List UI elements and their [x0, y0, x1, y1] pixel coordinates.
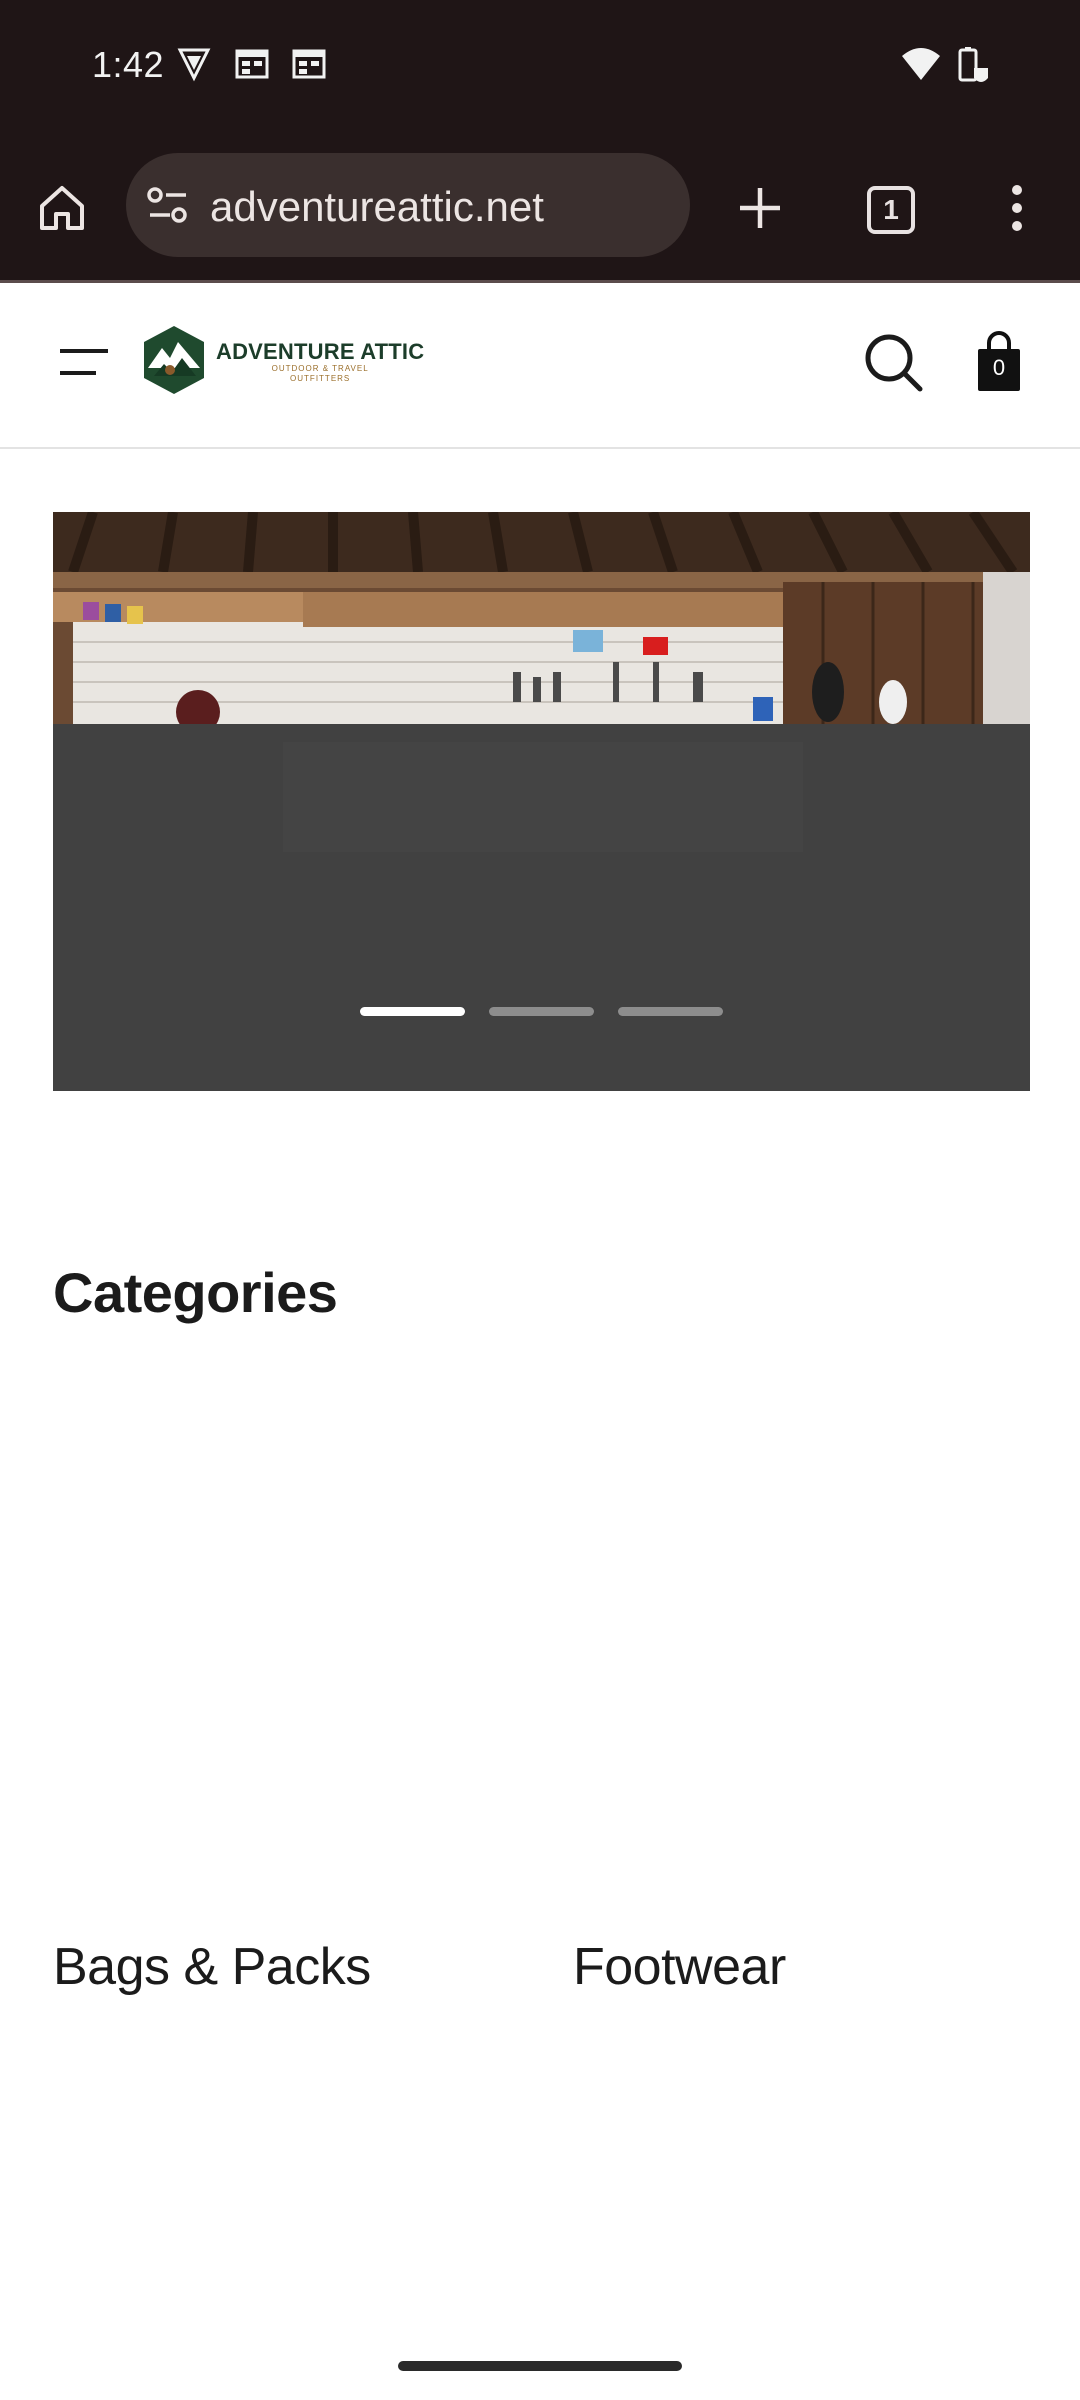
vpn-shield-icon	[176, 46, 212, 87]
slider-pagination	[360, 1007, 723, 1016]
wifi-icon	[900, 46, 942, 87]
cart-button[interactable]: 0	[976, 331, 1022, 395]
hero-store-photo	[53, 512, 1030, 724]
calendar-icon	[291, 46, 327, 87]
gesture-home-indicator[interactable]	[398, 2361, 682, 2371]
mountain-logo-icon	[140, 324, 208, 401]
logo-subtitle: OUTDOOR & TRAVEL	[271, 364, 369, 373]
status-bar: 1:42	[0, 0, 1080, 140]
category-bags-packs[interactable]: Bags & Packs	[53, 1937, 371, 1997]
site-header: ADVENTURE ATTIC OUTDOOR & TRAVEL OUTFITT…	[0, 283, 1080, 449]
shopping-bag-icon	[976, 331, 1022, 399]
slider-dot-1[interactable]	[360, 1007, 465, 1016]
browser-toolbar: adventureattic.net 1	[0, 140, 1080, 283]
search-icon[interactable]	[864, 333, 924, 398]
categories-heading: Categories	[53, 1261, 338, 1324]
category-footwear[interactable]: Footwear	[573, 1937, 786, 1997]
home-icon	[36, 182, 88, 239]
overflow-menu-button[interactable]	[977, 170, 1057, 250]
slider-dot-2[interactable]	[489, 1007, 594, 1016]
url-text[interactable]: adventureattic.net	[210, 183, 544, 231]
site-logo[interactable]: ADVENTURE ATTIC OUTDOOR & TRAVEL OUTFITT…	[140, 325, 424, 399]
calendar-icon	[234, 46, 270, 87]
tab-count: 1	[867, 186, 915, 234]
logo-title: ADVENTURE ATTIC	[216, 339, 425, 364]
overflow-menu-icon	[1010, 184, 1024, 237]
url-bar[interactable]: adventureattic.net	[126, 153, 690, 257]
tab-switcher-button[interactable]: 1	[851, 170, 931, 250]
hero-caption-area	[283, 742, 803, 852]
cart-count: 0	[992, 355, 1006, 380]
home-button[interactable]	[22, 170, 102, 250]
battery-saver-icon	[956, 46, 992, 91]
slider-dot-3[interactable]	[618, 1007, 723, 1016]
hero-slider[interactable]	[53, 512, 1030, 1091]
site-settings-icon[interactable]	[146, 185, 190, 230]
plus-icon	[736, 184, 784, 237]
hamburger-menu-icon[interactable]	[58, 347, 110, 384]
new-tab-button[interactable]	[720, 170, 800, 250]
logo-subtitle: OUTFITTERS	[290, 374, 351, 383]
status-time: 1:42	[92, 44, 165, 85]
